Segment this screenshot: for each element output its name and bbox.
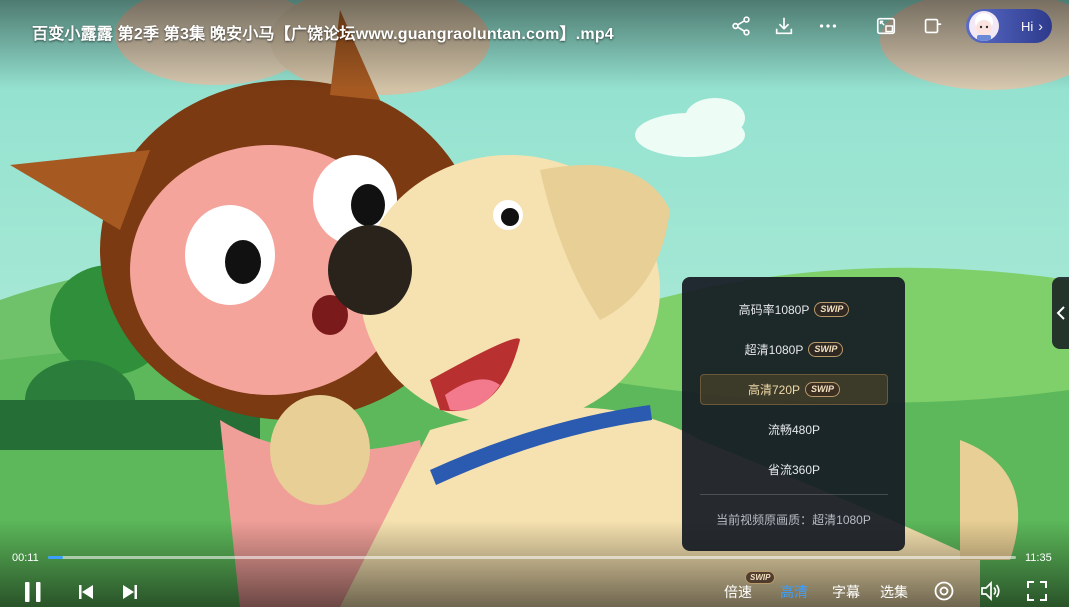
quality-option-1080p[interactable]: 超清1080P SWIP	[700, 334, 888, 365]
current-time: 00:11	[12, 552, 39, 564]
view-angle-button[interactable]	[932, 579, 956, 603]
subtitle-button[interactable]: 字幕	[832, 582, 860, 602]
swip-badge: SWIP	[814, 302, 850, 317]
pause-button[interactable]	[20, 578, 46, 606]
more-icon	[819, 24, 837, 28]
user-hi-button[interactable]: Hi ›	[966, 9, 1052, 43]
previous-button[interactable]	[76, 582, 96, 602]
video-frame[interactable]	[0, 0, 1069, 607]
chevron-right-icon: ›	[1038, 18, 1043, 34]
progress-fill	[48, 556, 64, 559]
current-source-quality: 当前视频原画质：超清1080P	[716, 513, 871, 527]
skip-next-icon	[123, 585, 137, 599]
quality-option-360p[interactable]: 省流360P	[700, 454, 888, 485]
quality-button[interactable]: 高清	[780, 582, 808, 602]
fullscreen-icon	[1027, 581, 1047, 601]
volume-icon	[981, 580, 1000, 602]
quality-option-label: 流畅480P	[767, 423, 821, 437]
next-button[interactable]	[120, 582, 140, 602]
pause-icon	[25, 582, 41, 602]
swip-badge: SWIP	[805, 382, 841, 397]
picture-in-picture-button[interactable]	[872, 12, 900, 40]
side-panel-toggle[interactable]	[1052, 277, 1069, 349]
download-button[interactable]	[770, 12, 798, 40]
video-scene-illustration	[0, 0, 1069, 607]
speed-button[interactable]: 倍速	[724, 582, 752, 602]
quality-option-label: 省流360P	[767, 463, 821, 477]
chevron-left-icon	[1056, 306, 1065, 320]
episodes-button[interactable]: 选集	[880, 582, 908, 602]
share-button[interactable]	[727, 12, 755, 40]
quality-option-label: 超清1080P	[744, 343, 804, 357]
total-time: 11:35	[1025, 552, 1052, 564]
hi-label: Hi	[1021, 18, 1034, 34]
picture-in-picture-icon	[876, 17, 896, 35]
quality-option-label: 高码率1080P	[738, 303, 810, 317]
download-icon	[775, 17, 793, 35]
swip-badge: SWIP	[808, 342, 844, 357]
quality-option-720p[interactable]: 高清720P SWIP	[700, 374, 888, 405]
mascot-avatar-icon	[975, 13, 993, 41]
share-icon	[732, 16, 750, 36]
menu-divider	[700, 494, 888, 495]
window-mode-button[interactable]	[918, 12, 946, 40]
more-button[interactable]	[814, 12, 842, 40]
quality-menu: 高码率1080P SWIP 超清1080P SWIP 高清720P SWIP 流…	[682, 277, 905, 551]
volume-button[interactable]	[979, 579, 1003, 603]
quality-option-label: 高清720P	[747, 383, 800, 397]
fullscreen-button[interactable]	[1025, 579, 1049, 603]
quality-option-high-bitrate-1080p[interactable]: 高码率1080P SWIP	[700, 294, 888, 325]
quality-option-480p[interactable]: 流畅480P	[700, 414, 888, 445]
avatar	[969, 11, 999, 41]
video-title: 百变小露露 第2季 第3集 晚安小马【广饶论坛www.guangraolunta…	[32, 26, 614, 43]
eye-target-icon	[934, 581, 954, 601]
skip-previous-icon	[79, 585, 93, 599]
progress-bar[interactable]	[48, 556, 1016, 559]
window-icon	[924, 18, 942, 34]
